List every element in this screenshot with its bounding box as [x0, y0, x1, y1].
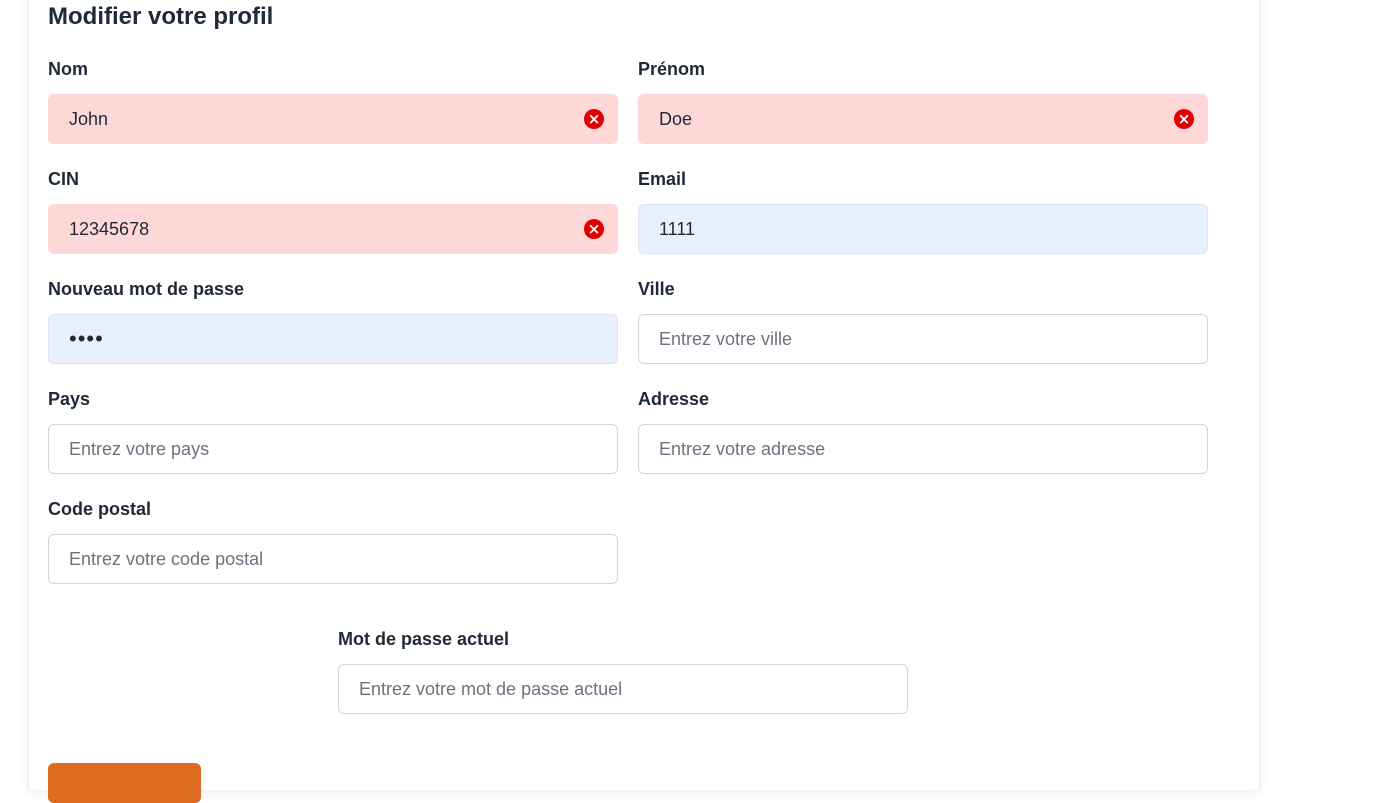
- pays-input-wrap: [48, 424, 618, 474]
- adresse-label: Adresse: [638, 389, 710, 409]
- current-password-input[interactable]: [338, 664, 908, 714]
- field-nom: Nom ×: [48, 58, 618, 144]
- field-code-postal: Code postal: [48, 498, 618, 584]
- nom-input-wrap: ×: [48, 94, 618, 144]
- nom-input[interactable]: [48, 94, 618, 144]
- nom-label: Nom: [48, 59, 88, 79]
- ville-input-wrap: [638, 314, 1208, 364]
- email-input[interactable]: [638, 204, 1208, 254]
- submit-button[interactable]: [48, 763, 201, 803]
- adresse-input[interactable]: [638, 424, 1208, 474]
- field-pays: Pays: [48, 388, 618, 474]
- field-adresse: Adresse: [638, 388, 1208, 474]
- adresse-input-wrap: [638, 424, 1208, 474]
- pays-input[interactable]: [48, 424, 618, 474]
- current-password-label: Mot de passe actuel: [338, 629, 510, 649]
- ville-input[interactable]: [638, 314, 1208, 364]
- cin-input[interactable]: [48, 204, 618, 254]
- field-cin: CIN ×: [48, 168, 618, 254]
- prenom-input-wrap: ×: [638, 94, 1208, 144]
- new-password-input[interactable]: [48, 314, 618, 364]
- ville-label: Ville: [638, 279, 675, 299]
- code-postal-input[interactable]: [48, 534, 618, 584]
- current-password-input-wrap: [338, 664, 908, 714]
- error-x-circle-icon: ×: [584, 109, 604, 129]
- prenom-label: Prénom: [638, 59, 706, 79]
- code-postal-input-wrap: [48, 534, 618, 584]
- code-postal-label: Code postal: [48, 499, 152, 519]
- field-new-password: Nouveau mot de passe: [48, 278, 618, 364]
- field-email: Email: [638, 168, 1208, 254]
- new-password-label: Nouveau mot de passe: [48, 279, 245, 299]
- error-x-circle-icon: ×: [584, 219, 604, 239]
- email-label: Email: [638, 169, 687, 189]
- field-current-password: Mot de passe actuel: [338, 628, 908, 714]
- cin-label: CIN: [48, 169, 79, 189]
- cin-input-wrap: ×: [48, 204, 618, 254]
- field-ville: Ville: [638, 278, 1208, 364]
- email-input-wrap: [638, 204, 1208, 254]
- new-password-input-wrap: [48, 314, 618, 364]
- pays-label: Pays: [48, 389, 91, 409]
- field-prenom: Prénom ×: [638, 58, 1208, 144]
- error-x-circle-icon: ×: [1174, 109, 1194, 129]
- page-title: Modifier votre profil: [48, 3, 274, 30]
- prenom-input[interactable]: [638, 94, 1208, 144]
